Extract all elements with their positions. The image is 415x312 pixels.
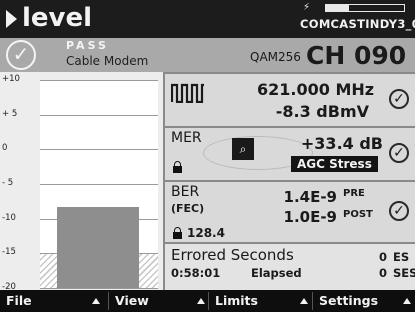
level-value: -8.3 dBmV — [275, 102, 369, 121]
lock-icon — [173, 161, 182, 173]
frequency-value: 621.000 MHz — [257, 80, 375, 99]
ber-panel[interactable]: BER (FEC) 1.4E-9 PRE 1.0E-9 POST 128.4 ✓ — [165, 182, 415, 242]
ber-post-value: 1.0E-9 — [283, 208, 337, 226]
status-icons: ⚡ — [303, 2, 413, 15]
ses-unit: SES — [393, 266, 415, 280]
battery-icon — [325, 4, 405, 12]
channel-label[interactable]: CH 090 — [306, 41, 406, 70]
title-arrow-icon — [6, 10, 17, 28]
agc-stress-badge: AGC Stress — [291, 156, 378, 172]
softkey-label: View — [115, 293, 149, 308]
y-tick-label: -10 — [2, 212, 16, 223]
pass-label: PASS — [66, 39, 109, 52]
result-header: ✓ PASS Cable Modem QAM256 CH 090 — [0, 38, 415, 72]
softkey-limits[interactable]: Limits — [209, 290, 312, 312]
mer-panel[interactable]: MER ⌕ +33.4 dB AGC Stress ✓ — [165, 128, 415, 180]
softkey-file[interactable]: File — [0, 290, 108, 312]
waveform-icon — [171, 83, 204, 103]
y-tick-label: 0 — [2, 143, 8, 154]
ber-pre-tag: PRE — [343, 188, 365, 199]
softkey-bar: File View Limits Settings — [0, 290, 415, 312]
softkey-label: Settings — [319, 293, 379, 308]
app-title: level — [22, 3, 93, 33]
check-icon: ✓ — [389, 201, 409, 221]
y-tick-label: + 5 — [2, 108, 18, 119]
ber-lock-value: 128.4 — [187, 226, 225, 240]
ber-label: BER — [171, 184, 200, 200]
ses-count: 0 — [378, 266, 387, 280]
y-tick-label: -15 — [2, 247, 16, 258]
lock-icon — [173, 227, 182, 239]
y-tick-label: +10 — [2, 74, 20, 84]
mer-value: +33.4 dB — [300, 134, 383, 153]
plug-icon: ⚡ — [303, 2, 311, 13]
check-icon: ✓ — [389, 143, 409, 163]
fec-label: (FEC) — [171, 202, 205, 215]
chevron-up-icon — [300, 298, 308, 304]
chevron-up-icon — [92, 298, 100, 304]
frequency-panel[interactable]: 621.000 MHz -8.3 dBmV ✓ — [165, 74, 415, 126]
mer-label: MER — [171, 130, 202, 146]
errored-seconds-label: Errored Seconds — [171, 246, 294, 264]
elapsed-label: Elapsed — [251, 266, 302, 280]
measurement-panels: 621.000 MHz -8.3 dBmV ✓ MER ⌕ +33.4 dB A… — [163, 72, 415, 290]
softkey-label: File — [6, 293, 32, 308]
battery-fill — [326, 5, 350, 11]
softkey-settings[interactable]: Settings — [313, 290, 415, 312]
constellation-icon[interactable]: ⌕ — [232, 138, 254, 160]
device-name: COMCASTINDY3_0 — [300, 17, 415, 31]
level-bar-graph: +10 + 50- 5 -10 -15 -20 — [0, 72, 163, 292]
elapsed-time: 0:58:01 — [171, 266, 221, 280]
modulation-label: QAM256 — [250, 50, 301, 64]
ber-pre-value: 1.4E-9 — [283, 188, 337, 206]
softkey-label: Limits — [215, 293, 258, 308]
chevron-up-icon — [197, 298, 205, 304]
errored-seconds-panel[interactable]: Errored Seconds 0:58:01 Elapsed 0 ES 0 S… — [165, 244, 415, 290]
softkey-view[interactable]: View — [109, 290, 208, 312]
level-bar — [57, 206, 139, 288]
graph-canvas — [40, 80, 158, 289]
gridline — [40, 184, 158, 185]
y-tick-label: - 5 — [2, 178, 14, 188]
gridline — [40, 149, 158, 151]
chevron-up-icon — [403, 298, 411, 304]
check-circle-icon: ✓ — [6, 40, 36, 70]
gridline — [40, 80, 158, 81]
gridline — [40, 288, 158, 289]
es-count: 0 — [378, 250, 387, 264]
title-bar: level ⚡ COMCASTINDY3_0 — [0, 0, 415, 38]
gridline — [40, 114, 158, 116]
es-unit: ES — [393, 250, 410, 264]
mode-label: Cable Modem — [66, 54, 149, 68]
ber-post-tag: POST — [343, 209, 373, 220]
check-icon: ✓ — [389, 89, 409, 109]
